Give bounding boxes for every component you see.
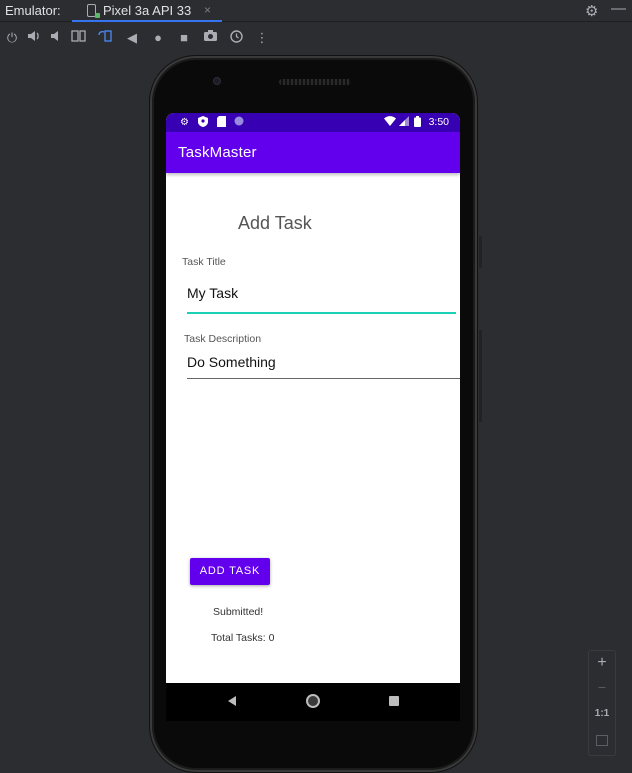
- rotate-left-icon[interactable]: [70, 29, 88, 47]
- emulator-toolbar: ⏻ ◀ ● ■ ⋮: [0, 23, 632, 53]
- sd-card-icon: [217, 116, 226, 131]
- total-tasks-text: Total Tasks: 0: [211, 632, 275, 644]
- zoom-controls: + − 1:1: [588, 650, 616, 756]
- settings-gear-icon: ⚙: [180, 117, 189, 128]
- side-button-upper[interactable]: [479, 236, 482, 268]
- wifi-icon: [384, 116, 396, 130]
- task-title-input[interactable]: My Task: [187, 285, 238, 301]
- overview-icon[interactable]: ■: [175, 29, 193, 47]
- task-title-label: Task Title: [182, 256, 226, 268]
- page-heading: Add Task: [238, 213, 312, 233]
- settings-gear-icon[interactable]: ⚙: [585, 2, 598, 20]
- emulator-label: Emulator:: [5, 3, 61, 18]
- app-bar: TaskMaster: [166, 132, 460, 173]
- earpiece-speaker: [279, 79, 351, 85]
- app-title: TaskMaster: [178, 144, 257, 161]
- zoom-out-button[interactable]: −: [589, 679, 615, 695]
- home-icon[interactable]: ●: [149, 29, 167, 47]
- zoom-in-button[interactable]: +: [589, 654, 615, 672]
- zoom-fit-button[interactable]: [589, 733, 615, 749]
- device-tab[interactable]: Pixel 3a API 33 ×: [72, 0, 222, 22]
- emulator-title-bar: Emulator: Pixel 3a API 33 × ⚙ —: [0, 0, 632, 22]
- battery-icon: [414, 116, 421, 131]
- add-task-button[interactable]: ADD TASK: [190, 558, 270, 585]
- nav-recents-icon[interactable]: [389, 696, 399, 706]
- submitted-text: Submitted!: [213, 606, 264, 618]
- device-tab-label: Pixel 3a API 33: [103, 3, 192, 18]
- nav-back-icon[interactable]: [228, 696, 236, 706]
- rotate-right-icon[interactable]: [96, 29, 114, 47]
- signal-icon: [399, 116, 409, 130]
- side-button-lower[interactable]: [479, 330, 482, 422]
- screenshot-icon[interactable]: [201, 29, 219, 47]
- task-description-label: Task Description: [184, 333, 262, 345]
- device-icon: [87, 4, 100, 18]
- navigation-bar: [166, 683, 460, 721]
- device-screen: ⚙ 3:50 TaskMaster Add Task Task Title My…: [166, 113, 460, 683]
- task-description-underline: [187, 378, 460, 379]
- status-bar: ⚙ 3:50: [166, 113, 460, 132]
- task-description-input[interactable]: Do Something: [187, 354, 276, 370]
- shield-icon: [198, 116, 208, 131]
- zoom-actual-size-button[interactable]: 1:1: [589, 708, 615, 719]
- nav-home-icon[interactable]: [306, 694, 320, 708]
- minimize-icon[interactable]: —: [611, 0, 626, 17]
- circle-status-icon: [234, 116, 244, 130]
- task-title-underline: [187, 312, 456, 314]
- more-icon[interactable]: ⋮: [253, 29, 271, 47]
- snapshot-icon[interactable]: [227, 29, 245, 47]
- back-icon[interactable]: ◀: [123, 29, 141, 47]
- close-tab-icon[interactable]: ×: [204, 3, 211, 17]
- volume-down-icon[interactable]: [47, 29, 65, 47]
- volume-up-icon[interactable]: [25, 29, 43, 47]
- front-camera: [213, 77, 221, 85]
- power-icon[interactable]: ⏻: [3, 29, 21, 47]
- status-time: 3:50: [428, 116, 449, 128]
